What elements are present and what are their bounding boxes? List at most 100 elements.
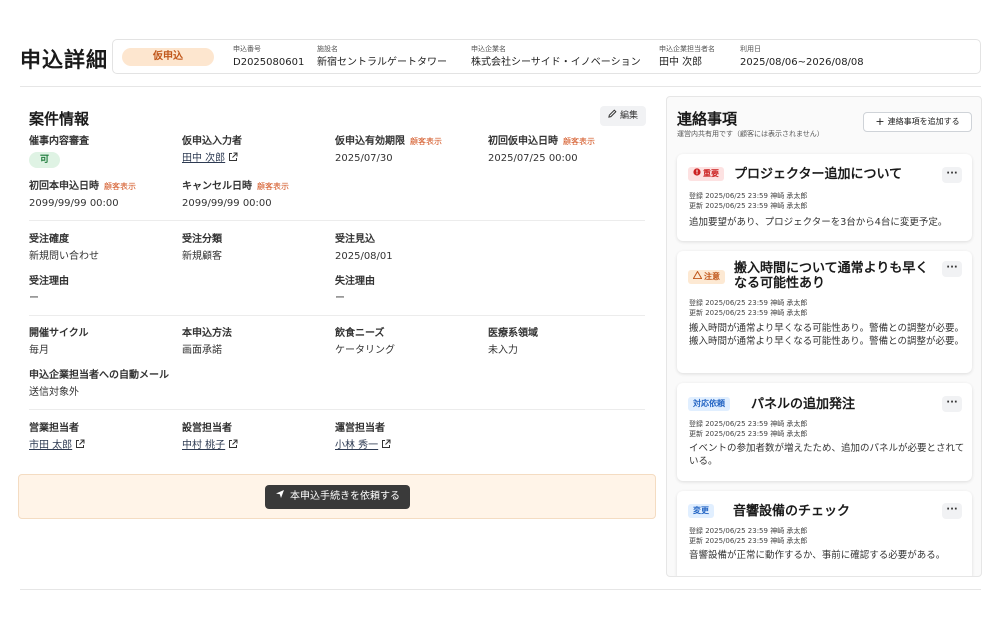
external-link-icon bbox=[228, 152, 238, 162]
field-label: 運営担当者 bbox=[335, 423, 385, 434]
summary-value: 新宿セントラルゲートタワー bbox=[317, 57, 447, 68]
note-card[interactable]: 変更 音響設備のチェック ··· 登録 2025/06/25 23:59 神崎 … bbox=[677, 491, 972, 576]
more-options-button[interactable]: ··· bbox=[942, 396, 962, 412]
field-label: 仮申込入力者 bbox=[182, 136, 242, 147]
notes-panel: 連絡事項 運営内共有用です（顧客には表示されません） + 連絡事項を追加する 重要… bbox=[666, 96, 982, 577]
field-value: 2099/99/99 00:00 bbox=[182, 198, 272, 209]
customer-visible-tag: 顧客表示 bbox=[257, 182, 289, 191]
send-icon bbox=[275, 485, 285, 509]
field-value: ー bbox=[29, 293, 39, 304]
note-updated: 更新 2025/06/25 23:59 神崎 承太郎 bbox=[689, 537, 808, 545]
field-cycle: 開催サイクル 毎月 bbox=[29, 327, 89, 358]
prov-entrant-link[interactable]: 田中 次郎 bbox=[182, 152, 242, 166]
field-ops-rep: 運営担当者 小林 秀一 bbox=[335, 422, 391, 453]
field-auto-mail: 申込企業担当者への自動メール 送信対象外 bbox=[29, 369, 169, 400]
add-note-label: 連絡事項を追加する bbox=[887, 117, 960, 126]
external-link-icon bbox=[75, 439, 85, 449]
field-label-text: 初回本申込日時 bbox=[29, 181, 99, 192]
field-value: 新規顧客 bbox=[182, 251, 222, 262]
field-label: 受注理由 bbox=[29, 276, 69, 287]
field-label: 仮申込有効期限 顧客表示 bbox=[335, 135, 442, 148]
status-badge: 仮申込 bbox=[122, 48, 214, 66]
notes-subtitle: 運営内共有用です（顧客には表示されません） bbox=[677, 130, 824, 138]
note-updated: 更新 2025/06/25 23:59 神崎 承太郎 bbox=[689, 430, 808, 438]
field-value: 未入力 bbox=[488, 345, 518, 356]
field-label: 催事内容審査 bbox=[29, 136, 89, 147]
field-value: 毎月 bbox=[29, 345, 49, 356]
external-link-icon bbox=[381, 439, 391, 449]
note-updated: 更新 2025/06/25 23:59 神崎 承太郎 bbox=[689, 309, 808, 317]
divider bbox=[29, 220, 645, 221]
note-body: 音響設備が正常に動作するか、事前に確認する必要がある。 bbox=[689, 550, 946, 561]
note-registered: 登録 2025/06/25 23:59 神崎 承太郎 bbox=[689, 527, 808, 535]
plus-icon: + bbox=[875, 115, 885, 128]
field-label: 受注見込 bbox=[335, 234, 375, 245]
summary-value: D2025080601 bbox=[233, 57, 305, 68]
field-label: 申込企業担当者への自動メール bbox=[29, 370, 169, 381]
summary-label: 施設名 bbox=[317, 45, 338, 53]
field-value: 画面承諾 bbox=[182, 345, 222, 356]
more-options-button[interactable]: ··· bbox=[942, 261, 962, 277]
warning-triangle-icon bbox=[692, 270, 703, 284]
customer-visible-tag: 顧客表示 bbox=[410, 137, 442, 146]
setup-rep-link[interactable]: 中村 桃子 bbox=[182, 439, 238, 453]
more-options-button[interactable]: ··· bbox=[942, 503, 962, 519]
summary-facility: 施設名 新宿セントラルゲートタワー bbox=[317, 44, 447, 70]
pencil-icon bbox=[608, 106, 617, 126]
divider bbox=[20, 86, 981, 87]
more-options-button[interactable]: ··· bbox=[942, 167, 962, 183]
field-main-method: 本申込方法 画面承諾 bbox=[182, 327, 232, 358]
request-main-application-area: 本申込手続きを依頼する bbox=[18, 474, 656, 519]
summary-value: 田中 次郎 bbox=[659, 57, 703, 68]
field-value: 2025/07/25 00:00 bbox=[488, 153, 578, 164]
customer-visible-tag: 顧客表示 bbox=[104, 182, 136, 191]
field-label-text: キャンセル日時 bbox=[182, 181, 252, 192]
edit-button[interactable]: 編集 bbox=[600, 106, 646, 126]
field-order-category: 受注分類 新規顧客 bbox=[182, 233, 222, 264]
ops-rep-link[interactable]: 小林 秀一 bbox=[335, 439, 391, 453]
field-value: 送信対象外 bbox=[29, 387, 79, 398]
summary-label: 申込企業担当者名 bbox=[659, 45, 715, 53]
sales-rep-link[interactable]: 市田 太郎 bbox=[29, 439, 85, 453]
field-prov-entrant: 仮申込入力者 田中 次郎 bbox=[182, 135, 242, 166]
note-title: 搬入時間について通常よりも早くなる可能性あり bbox=[734, 261, 929, 291]
note-title: 音響設備のチェック bbox=[733, 504, 851, 519]
note-card[interactable]: 注意 搬入時間について通常よりも早くなる可能性あり ··· 登録 2025/06… bbox=[677, 251, 972, 373]
summary-contact: 申込企業担当者名 田中 次郎 bbox=[659, 44, 715, 70]
summary-label: 申込企業名 bbox=[471, 45, 506, 53]
external-link-icon bbox=[228, 439, 238, 449]
note-card[interactable]: 重要 プロジェクター追加について ··· 登録 2025/06/25 23:59… bbox=[677, 154, 972, 241]
field-label: キャンセル日時 顧客表示 bbox=[182, 180, 289, 193]
summary-company: 申込企業名 株式会社シーサイド・イノベーション bbox=[471, 44, 641, 70]
field-order-forecast: 受注見込 2025/08/01 bbox=[335, 233, 393, 264]
review-status-badge: 可 bbox=[29, 152, 61, 168]
link-text: 中村 桃子 bbox=[182, 440, 226, 451]
field-food-needs: 飲食ニーズ ケータリング bbox=[335, 327, 395, 358]
field-label: 医療系領域 bbox=[488, 328, 538, 339]
badge-text: 注意 bbox=[704, 272, 720, 281]
field-value: 新規問い合わせ bbox=[29, 251, 99, 262]
link-text: 田中 次郎 bbox=[182, 153, 226, 164]
link-text: 小林 秀一 bbox=[335, 440, 379, 451]
field-prov-expiry: 仮申込有効期限 顧客表示 2025/07/30 bbox=[335, 135, 442, 166]
note-card[interactable]: 対応依頼 パネルの追加発注 ··· 登録 2025/06/25 23:59 神崎… bbox=[677, 383, 972, 481]
field-cancel-date: キャンセル日時 顧客表示 2099/99/99 00:00 bbox=[182, 180, 289, 211]
link-text: 市田 太郎 bbox=[29, 440, 73, 451]
field-value: 2025/07/30 bbox=[335, 153, 393, 164]
application-summary-bar: 仮申込 申込番号 D2025080601 施設名 新宿セントラルゲートタワー 申… bbox=[112, 39, 981, 74]
field-order-certainty: 受注確度 新規問い合わせ bbox=[29, 233, 99, 264]
field-order-reason: 受注理由 ー bbox=[29, 275, 69, 306]
add-note-button[interactable]: + 連絡事項を追加する bbox=[863, 112, 972, 132]
importance-badge: 対応依頼 bbox=[688, 397, 730, 411]
customer-visible-tag: 顧客表示 bbox=[563, 137, 595, 146]
badge-text: 重要 bbox=[703, 169, 719, 178]
divider bbox=[29, 409, 645, 410]
field-sales-rep: 営業担当者 市田 太郎 bbox=[29, 422, 85, 453]
note-updated: 更新 2025/06/25 23:59 神崎 承太郎 bbox=[689, 202, 808, 210]
importance-badge: 変更 bbox=[688, 504, 714, 518]
edit-button-label: 編集 bbox=[619, 111, 638, 121]
field-setup-rep: 設営担当者 中村 桃子 bbox=[182, 422, 238, 453]
field-label: 設営担当者 bbox=[182, 423, 232, 434]
note-registered: 登録 2025/06/25 23:59 神崎 承太郎 bbox=[689, 192, 808, 200]
request-main-application-button[interactable]: 本申込手続きを依頼する bbox=[265, 485, 410, 509]
